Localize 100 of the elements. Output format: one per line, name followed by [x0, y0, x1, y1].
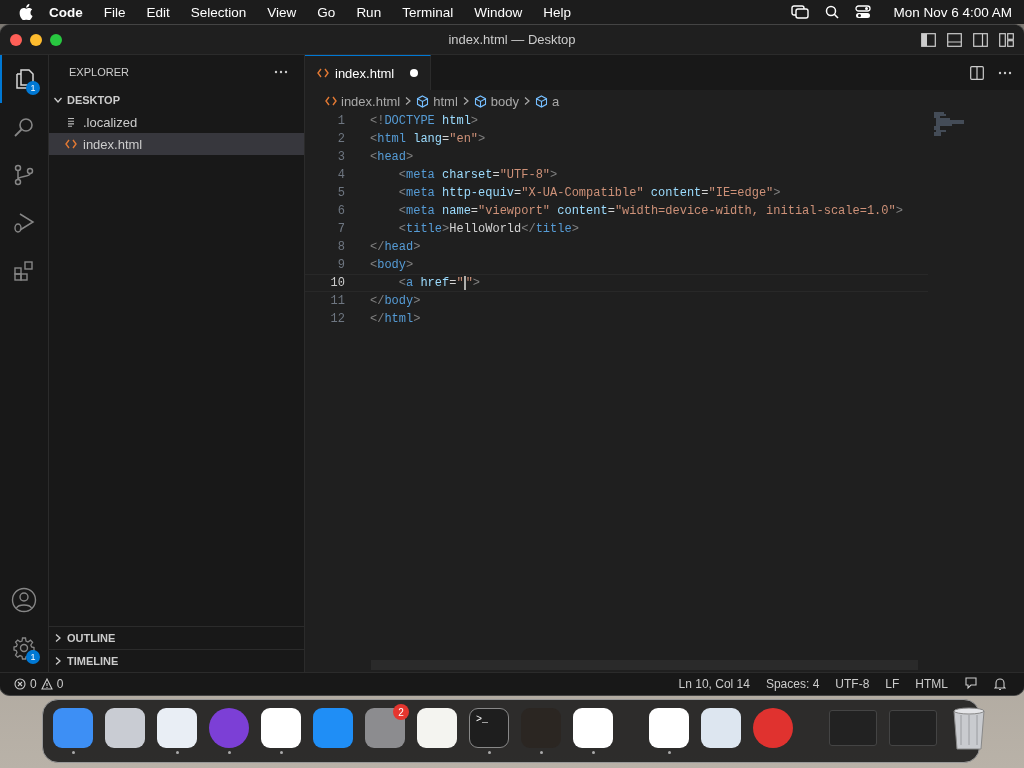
code-line: <title>HelloWorld</title> [397, 222, 579, 236]
chevron-icon [523, 96, 531, 106]
feedback-icon[interactable] [964, 677, 978, 691]
error-icon [14, 678, 26, 690]
cube-icon [473, 94, 487, 108]
app-menu[interactable]: Code [49, 4, 83, 20]
toggle-panel-icon[interactable] [947, 32, 962, 47]
minimize-window-button[interactable] [30, 33, 42, 46]
app-icon[interactable] [649, 708, 689, 748]
minimap-drawing [934, 112, 964, 136]
search-icon[interactable] [825, 5, 840, 19]
folder-header[interactable]: DESKTOP [49, 89, 304, 111]
window-title: index.html — Desktop [448, 32, 576, 47]
files-icon [13, 67, 37, 91]
status-item[interactable]: Spaces: 4 [765, 677, 820, 691]
split-editor-icon[interactable] [970, 65, 984, 80]
explorer-title: EXPLORER [69, 66, 129, 78]
warning-icon [40, 678, 53, 690]
code-file-icon [65, 139, 77, 149]
line-number: 5 [336, 186, 345, 200]
cube-icon [416, 94, 430, 108]
code-file-icon [317, 68, 329, 78]
toggle-secondary-sidebar-icon[interactable] [973, 32, 988, 47]
screen-mirroring-icon[interactable] [791, 5, 810, 19]
menu-item[interactable]: Run [356, 4, 382, 20]
code-line: <html lang="en"> [370, 132, 486, 146]
app-icon[interactable] [417, 708, 457, 748]
chevron-icon [404, 96, 413, 106]
menu-item[interactable]: Terminal [402, 4, 454, 20]
code-line: <meta charset="UTF-8"> [397, 168, 558, 182]
breadcrumb-item[interactable]: html [416, 93, 458, 109]
app-icon[interactable] [701, 708, 741, 748]
menu-item[interactable]: Help [543, 4, 571, 20]
line-number: 12 [329, 312, 345, 326]
app-icon[interactable] [573, 708, 613, 748]
app-icon[interactable]: >_ [469, 708, 509, 748]
more-actions-icon[interactable] [274, 70, 288, 74]
toggle-sidebar-icon[interactable] [921, 32, 936, 47]
line-number: 4 [336, 168, 345, 182]
code-file-icon [325, 96, 337, 106]
menu-item[interactable]: Selection [190, 4, 247, 20]
line-number: 7 [336, 222, 345, 236]
source-control-icon [12, 163, 36, 187]
breadcrumb-item[interactable]: index.html [325, 93, 401, 109]
explorer-tree-row[interactable]: index.html [49, 133, 304, 155]
code-line: </html> [370, 312, 421, 326]
bell-icon[interactable] [994, 677, 1006, 691]
more-actions-icon[interactable] [998, 70, 1012, 75]
chevron-icon [53, 656, 63, 666]
apple-logo-icon[interactable] [19, 4, 33, 20]
line-number: 3 [336, 150, 345, 164]
status-item[interactable]: LF [885, 677, 900, 691]
problems-status[interactable]: 0 0 [14, 677, 64, 691]
line-number: 8 [336, 240, 345, 254]
control-center-icon[interactable] [855, 5, 872, 19]
code-line: <head> [370, 150, 414, 164]
section-header[interactable]: OUTLINE [49, 626, 304, 649]
minimized-window-thumbnail[interactable] [889, 710, 937, 746]
activity-bar-button[interactable]: 1 [0, 624, 48, 672]
code-line: <a href=" "> [397, 275, 481, 291]
menu-item[interactable]: Window [474, 4, 523, 20]
text-file-icon [65, 117, 77, 127]
code-line: <!DOCTYPE html> [370, 114, 479, 128]
run-debug-icon [12, 211, 36, 235]
line-number: 2 [336, 132, 345, 146]
unsaved-dot-icon[interactable] [410, 69, 419, 77]
extensions-icon [12, 259, 36, 283]
breadcrumb-item[interactable]: a [535, 93, 560, 109]
status-item[interactable]: UTF-8 [835, 677, 870, 691]
menu-item[interactable]: File [103, 4, 126, 20]
zoom-window-button[interactable] [50, 33, 62, 46]
close-window-button[interactable] [10, 33, 22, 46]
code-line: <meta http-equiv="X-UA-Compatible" content="IE=edge"> [397, 186, 781, 200]
settings-icon [12, 636, 36, 660]
breadcrumb-item[interactable]: body [473, 93, 519, 109]
menu-item[interactable]: Edit [146, 4, 170, 20]
notification-badge: 1 [26, 81, 40, 95]
chevron-icon [53, 633, 63, 643]
code-line: <body> [370, 258, 414, 272]
account-icon [11, 587, 37, 613]
line-number: 11 [329, 294, 345, 308]
menu-item[interactable]: View [267, 4, 297, 20]
notification-badge: 2 [393, 704, 409, 720]
app-icon[interactable] [105, 708, 145, 748]
app-icon[interactable] [261, 708, 301, 748]
editor-tab[interactable]: index.html [305, 55, 432, 90]
minimized-window-thumbnail[interactable] [829, 710, 877, 746]
chevron-icon [461, 96, 470, 106]
code-line: </head> [370, 240, 421, 254]
notification-badge: 1 [26, 650, 40, 664]
menu-bar-clock[interactable]: Mon Nov 6 4:00 AM [893, 4, 1012, 20]
line-number: 9 [336, 258, 345, 272]
app-icon[interactable] [157, 708, 197, 748]
status-item[interactable]: HTML [915, 677, 948, 691]
status-item[interactable]: Ln 10, Col 14 [678, 677, 750, 691]
code-line: </body> [370, 294, 421, 308]
customize-layout-icon[interactable] [999, 32, 1014, 47]
explorer-tree-row[interactable]: .localized [49, 111, 304, 133]
menu-item[interactable]: Go [317, 4, 336, 20]
chevron-icon [53, 95, 63, 105]
